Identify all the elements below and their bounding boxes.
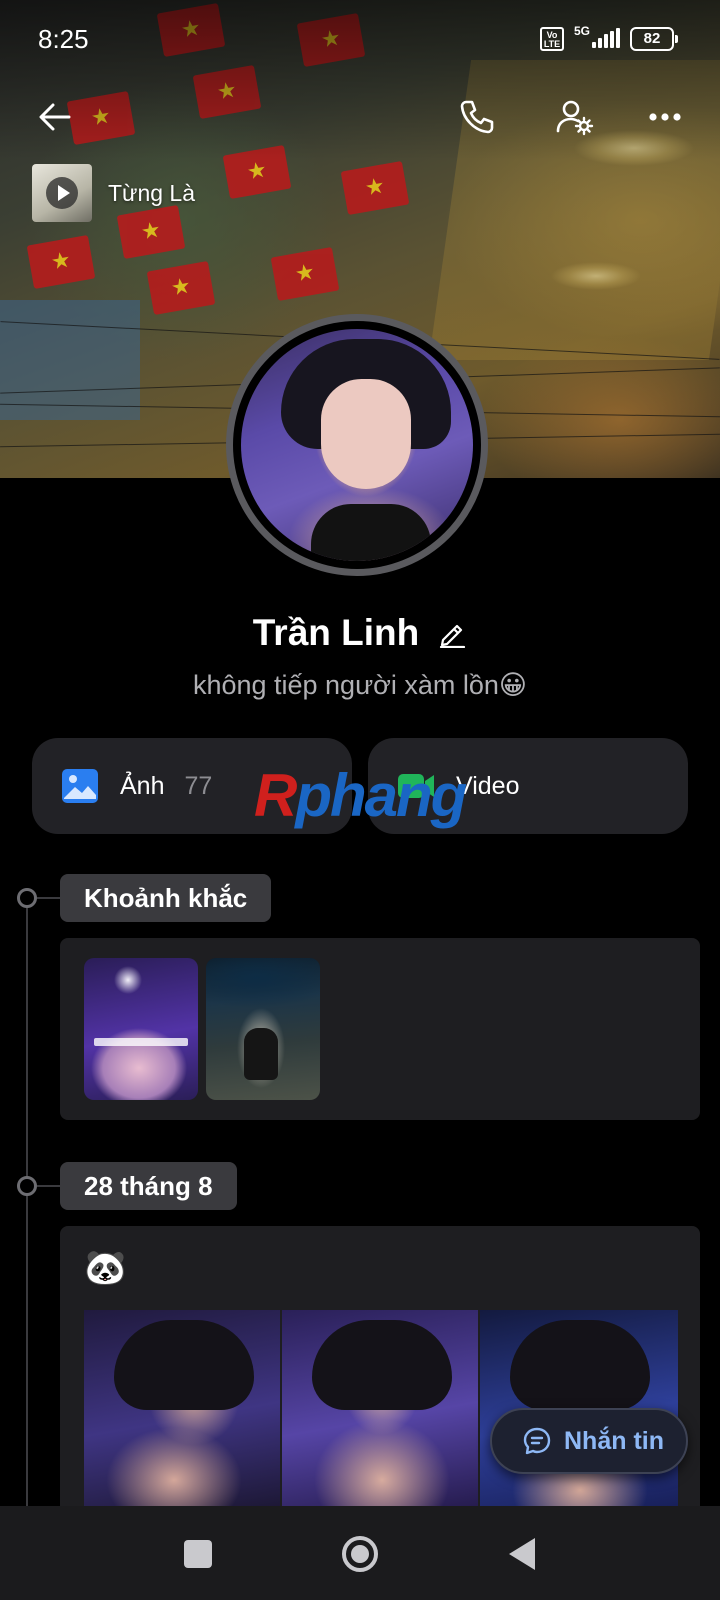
status-time: 8:25 <box>38 24 89 54</box>
photo-hair <box>114 1320 254 1410</box>
photos-count: 77 <box>184 771 213 800</box>
message-button[interactable]: Nhắn tin <box>490 1408 688 1474</box>
post-photo[interactable] <box>84 1310 280 1506</box>
chat-bubble-icon <box>523 1427 551 1455</box>
home-button[interactable] <box>338 1532 382 1576</box>
music-title: Từng Là <box>108 179 196 206</box>
timeline-dot <box>17 888 37 908</box>
triangle-back-icon <box>509 1538 535 1570</box>
watermark-logo: Rphang <box>254 766 467 826</box>
call-button[interactable] <box>452 92 502 142</box>
system-nav-bar <box>0 1506 720 1600</box>
post-caption: 🐼 <box>84 1249 127 1287</box>
videos-label: Video <box>456 771 520 800</box>
cover-flag <box>26 234 96 290</box>
timeline-connector <box>37 1185 61 1187</box>
profile-name-row: Trần Linh <box>0 612 720 654</box>
cover-flag <box>340 160 410 216</box>
moment-thumbnail[interactable] <box>84 958 198 1100</box>
home-circle-icon <box>342 1536 378 1572</box>
profile-music[interactable]: Từng Là <box>32 164 195 222</box>
profile-name: Trần Linh <box>252 612 420 653</box>
square-icon <box>184 1540 212 1568</box>
avatar-face <box>321 379 411 489</box>
profile-settings-button[interactable] <box>550 92 600 142</box>
signal-icon <box>592 28 622 48</box>
message-button-label: Nhắn tin <box>564 1426 664 1455</box>
moment-caption-strip <box>94 1038 188 1046</box>
profile-bio: không tiếp người xàm lồn😀 <box>192 670 528 700</box>
avatar[interactable] <box>226 314 488 576</box>
more-button[interactable] <box>640 92 690 142</box>
image-icon <box>62 769 98 803</box>
moment-figure <box>244 1028 278 1080</box>
volte-icon: Vo LTE <box>540 27 564 51</box>
network-type: 5G <box>574 24 591 38</box>
cover-flag <box>146 260 216 316</box>
more-dots-icon <box>649 113 681 121</box>
phone-icon <box>460 100 494 134</box>
status-bar: 8:25 Vo LTE 5G 82 <box>0 0 720 70</box>
watermark-part2: phang <box>295 762 467 829</box>
music-thumbnail <box>32 164 92 222</box>
play-icon[interactable] <box>46 177 78 209</box>
photo-hair <box>510 1320 650 1410</box>
timeline-label-date: 28 tháng 8 <box>60 1162 237 1210</box>
back-button[interactable] <box>30 92 80 142</box>
edit-pencil-icon[interactable] <box>437 618 467 648</box>
user-settings-icon <box>556 100 594 136</box>
cover-wall <box>0 300 140 420</box>
timeline-dot <box>17 1176 37 1196</box>
timeline-line <box>26 896 28 1506</box>
moment-thumbnail[interactable] <box>206 958 320 1100</box>
avatar-top <box>311 504 431 561</box>
photo-hair <box>312 1320 452 1410</box>
watermark-part1: R <box>254 762 297 829</box>
system-back-button[interactable] <box>500 1532 544 1576</box>
timeline-connector <box>37 897 61 899</box>
timeline-label-moments: Khoảnh khắc <box>60 874 272 922</box>
cover-flag <box>270 246 340 302</box>
arrow-left-icon <box>39 103 71 131</box>
battery-icon: 82 <box>630 27 678 51</box>
avatar-image <box>241 329 473 561</box>
photos-label: Ảnh <box>120 771 165 800</box>
post-photo[interactable] <box>282 1310 478 1506</box>
recents-button[interactable] <box>176 1532 220 1576</box>
